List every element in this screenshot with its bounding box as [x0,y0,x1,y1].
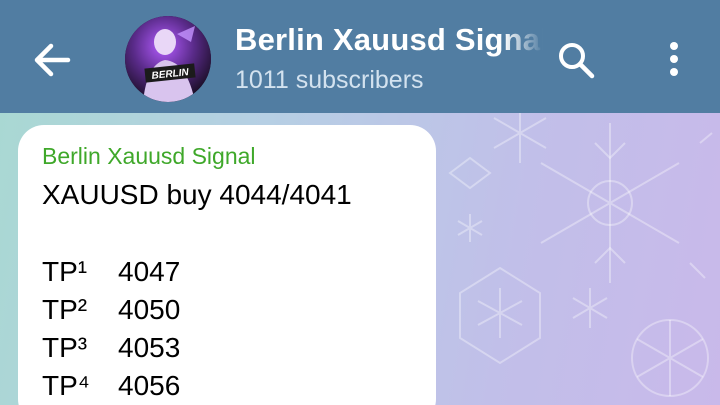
tp-label: TP³ [42,332,88,363]
tp-value: 4047 [118,256,181,287]
channel-avatar[interactable]: BERLIN [125,16,211,102]
more-vertical-icon [670,42,678,76]
message-sender[interactable]: Berlin Xauusd Signal [42,142,256,170]
chat-header: BERLIN Berlin Xauusd Signal 1011 subscri… [0,0,720,113]
search-icon [559,43,595,79]
message-line-tp1: TP¹ 4047 [42,255,180,289]
tp-value: 4053 [118,332,181,363]
search-button[interactable] [552,36,600,84]
back-button[interactable] [22,30,82,90]
message-line-tp4: TP⁴ 4056 [42,369,180,403]
tp-label: TP² [42,294,88,325]
message-line-trade: XAUUSD buy 4044/4041 [42,179,352,210]
tp-value: 4050 [118,294,181,325]
arrow-left-icon [34,43,71,77]
message-line-tp3: TP³ 4053 [42,331,180,365]
channel-title-container[interactable]: Berlin Xauusd Signal [235,20,543,60]
tp-value: 4056 [118,370,181,401]
channel-title: Berlin Xauusd Signal [235,22,543,57]
subscriber-count: 1011 subscribers [235,66,424,94]
tp-label: TP⁴ [42,370,90,401]
tp-label: TP¹ [42,256,88,287]
more-options-button[interactable] [656,36,692,84]
message-line-tp2: TP² 4050 [42,293,180,327]
